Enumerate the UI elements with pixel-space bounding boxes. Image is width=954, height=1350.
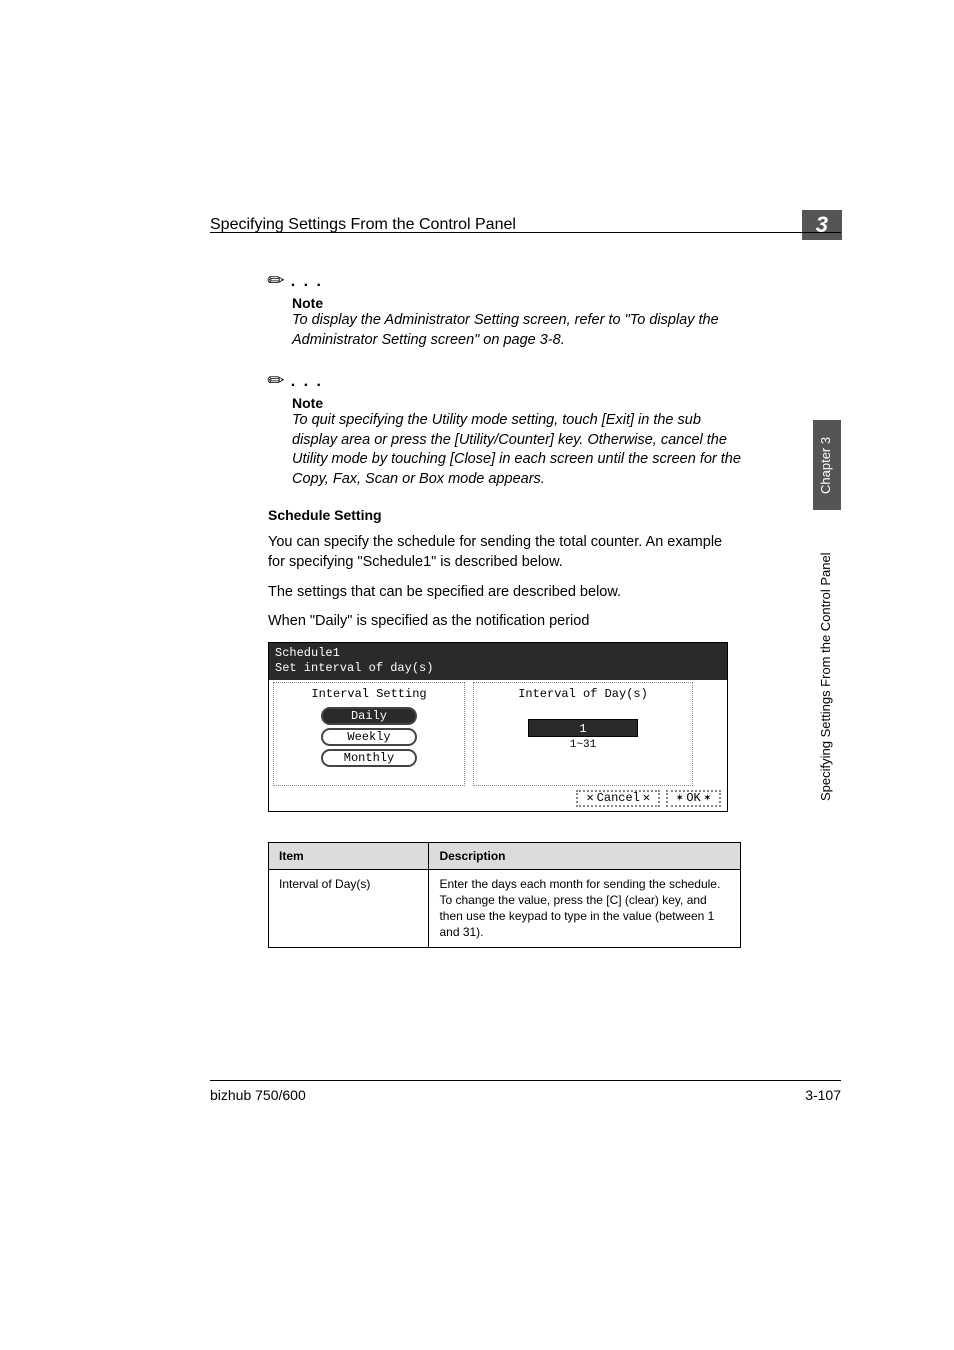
th-item: Item: [269, 842, 429, 869]
weekly-button[interactable]: Weekly: [321, 728, 417, 746]
note-block-1: ✎ . . . Note To display the Administrato…: [268, 268, 741, 350]
page-footer: bizhub 750/600 3-107: [210, 1080, 841, 1103]
chapter-tab: Chapter 3: [813, 420, 841, 510]
panel-title-line2: Set interval of day(s): [275, 661, 721, 677]
x-icon: ✕: [643, 791, 650, 805]
interval-setting-group: Interval Setting Daily Weekly Monthly: [273, 682, 465, 786]
note-label-2: Note: [292, 395, 741, 411]
interval-value-display: 1: [528, 719, 638, 737]
note-block-2: ✎ . . . Note To quit specifying the Util…: [268, 368, 741, 489]
note-body-2: To quit specifying the Utility mode sett…: [292, 411, 741, 489]
note-hand-icon: ✎: [262, 366, 292, 396]
settings-table: Item Description Interval of Day(s) Ente…: [268, 842, 741, 948]
page-number: 3-107: [805, 1087, 841, 1103]
td-item: Interval of Day(s): [269, 869, 429, 947]
burst-icon: ✶: [676, 791, 683, 805]
chapter-number-badge: 3: [802, 210, 842, 240]
td-description: Enter the days each month for sending th…: [429, 869, 741, 947]
body-paragraph-3: When "Daily" is specified as the notific…: [268, 612, 741, 632]
cancel-button-label: Cancel: [597, 791, 640, 805]
note-hand-icon: ✎: [262, 266, 292, 296]
side-tab-area: Chapter 3 Specifying Settings From the C…: [813, 420, 841, 840]
interval-range-label: 1~31: [478, 739, 688, 751]
interval-setting-label: Interval Setting: [278, 687, 460, 701]
table-row: Interval of Day(s) Enter the days each m…: [269, 869, 741, 947]
monthly-button[interactable]: Monthly: [321, 749, 417, 767]
interval-of-day-label: Interval of Day(s): [478, 687, 688, 701]
interval-of-day-group: Interval of Day(s) 1 1~31: [473, 682, 693, 786]
note-body-1: To display the Administrator Setting scr…: [292, 311, 741, 350]
ok-button[interactable]: ✶ OK ✶: [666, 790, 721, 807]
product-name: bizhub 750/600: [210, 1087, 306, 1103]
header-divider: [210, 232, 841, 233]
ok-button-label: OK: [686, 791, 700, 805]
note-label-1: Note: [292, 295, 741, 311]
panel-title-line1: Schedule1: [275, 646, 721, 662]
section-tab: Specifying Settings From the Control Pan…: [813, 522, 841, 832]
body-paragraph-1: You can specify the schedule for sending…: [268, 533, 741, 572]
body-paragraph-2: The settings that can be specified are d…: [268, 583, 741, 603]
schedule-settings-panel: Schedule1 Set interval of day(s) Interva…: [268, 642, 728, 812]
note-dots-icon: . . .: [291, 273, 323, 291]
cancel-button[interactable]: ✕ Cancel ✕: [576, 790, 660, 807]
section-heading: Schedule Setting: [268, 507, 741, 523]
burst-icon: ✶: [704, 791, 711, 805]
th-description: Description: [429, 842, 741, 869]
daily-button[interactable]: Daily: [321, 707, 417, 725]
x-icon: ✕: [586, 791, 593, 805]
note-dots-icon: . . .: [291, 373, 323, 391]
panel-title-bar: Schedule1 Set interval of day(s): [269, 643, 727, 680]
